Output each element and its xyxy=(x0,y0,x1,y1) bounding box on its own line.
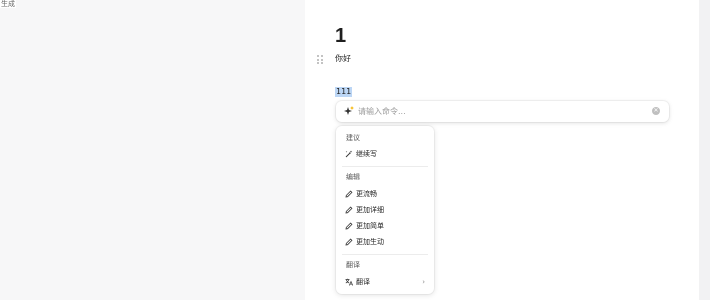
document-title[interactable]: 1 xyxy=(335,24,346,48)
right-gutter xyxy=(699,0,710,300)
ai-suggestion-menu: 建议 继续写 编辑 更流畅 更加详细 更加简单 更加生动 翻译 翻译 › xyxy=(336,126,434,294)
ai-command-bar[interactable]: ✕ xyxy=(336,101,669,122)
menu-item-label: 更加生动 xyxy=(356,238,384,246)
clear-icon[interactable]: ✕ xyxy=(652,107,660,115)
menu-item-more-detailed[interactable]: 更加详细 xyxy=(340,203,430,217)
menu-item-more-fluent[interactable]: 更流畅 xyxy=(340,187,430,201)
paragraph-text[interactable]: 你好 xyxy=(335,54,351,64)
menu-item-label: 更加详细 xyxy=(356,206,384,214)
menu-item-label: 更流畅 xyxy=(356,190,377,198)
menu-item-more-vivid[interactable]: 更加生动 xyxy=(340,235,430,249)
menu-item-label: 翻译 xyxy=(356,278,370,286)
menu-item-label: 更加简单 xyxy=(356,222,384,230)
pencil-icon xyxy=(345,206,353,214)
pencil-icon xyxy=(345,190,353,198)
menu-item-continue-writing[interactable]: 继续写 xyxy=(340,147,430,161)
menu-divider xyxy=(342,166,428,167)
menu-section-translate: 翻译 xyxy=(346,261,360,269)
ai-command-input[interactable] xyxy=(358,105,648,118)
selected-text[interactable]: 111 xyxy=(335,87,353,97)
menu-item-translate[interactable]: 翻译 › xyxy=(340,275,430,289)
corner-text-fragment: 生成 xyxy=(0,0,16,8)
menu-section-suggestions: 建议 xyxy=(346,134,360,142)
drag-handle-icon[interactable] xyxy=(317,55,323,64)
menu-section-edit: 编辑 xyxy=(346,173,360,181)
translate-icon xyxy=(345,278,353,286)
pencil-icon xyxy=(345,238,353,246)
pen-sparkle-icon xyxy=(345,150,353,158)
sparkle-icon xyxy=(344,106,354,115)
menu-item-label: 继续写 xyxy=(356,150,377,158)
pencil-icon xyxy=(345,222,353,230)
menu-divider xyxy=(342,254,428,255)
menu-item-simpler[interactable]: 更加简单 xyxy=(340,219,430,233)
chevron-right-icon: › xyxy=(422,278,425,286)
